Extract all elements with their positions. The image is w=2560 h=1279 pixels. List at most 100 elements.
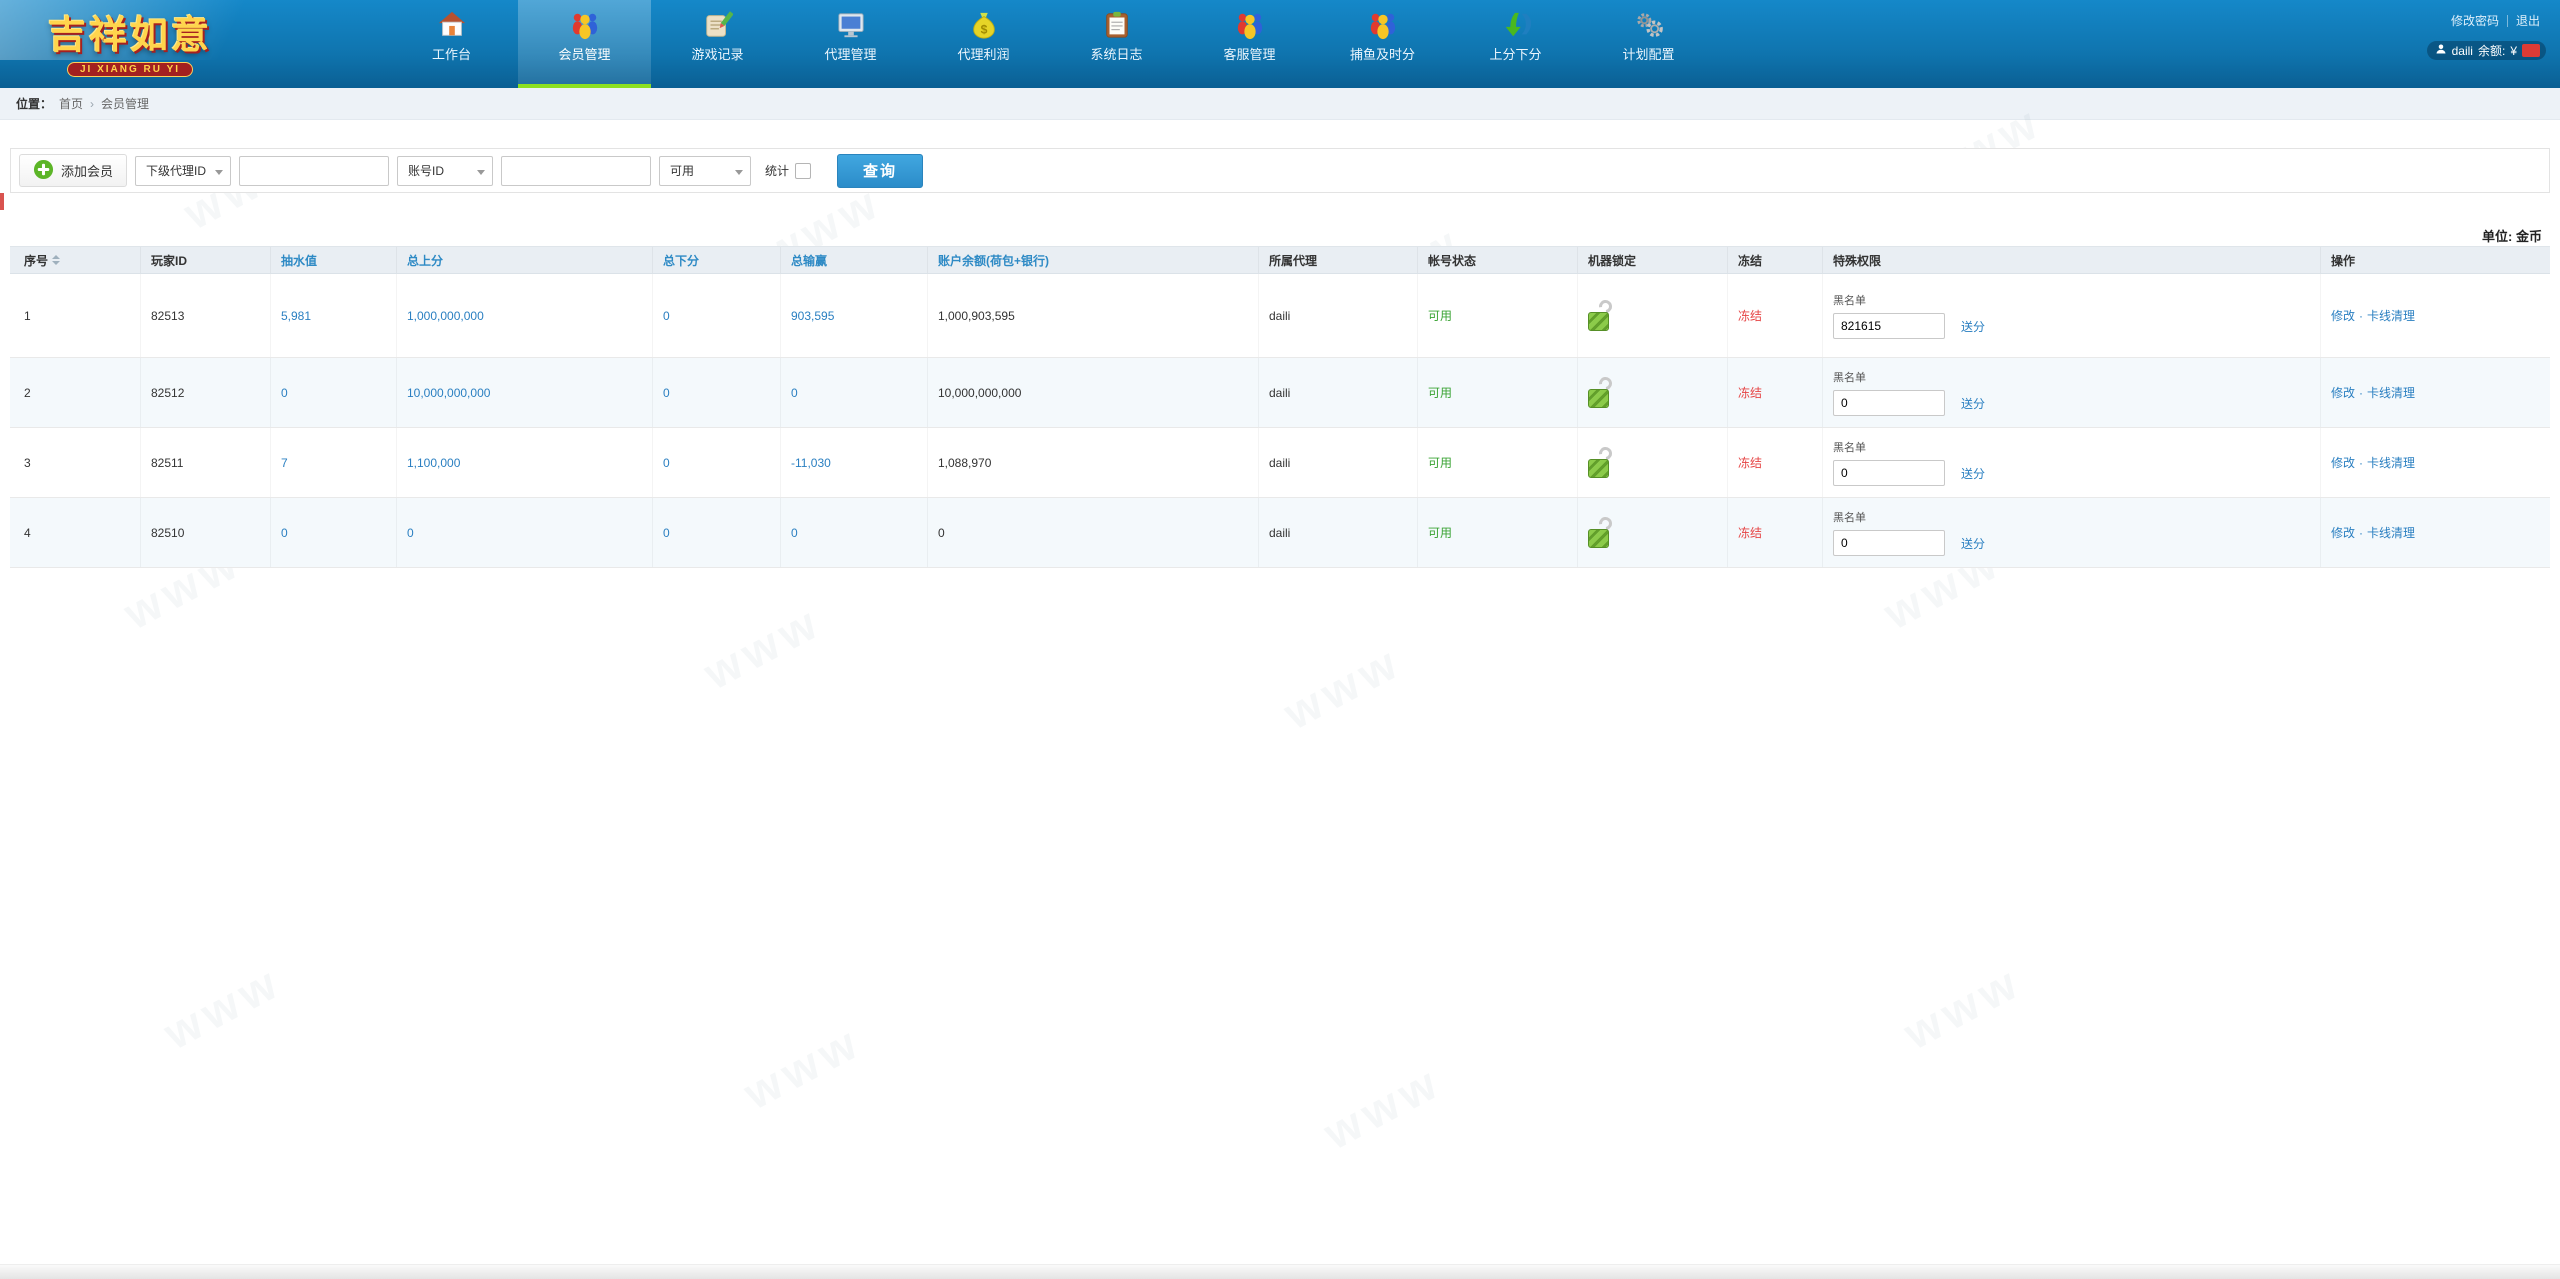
header-seq[interactable]: 序号: [10, 247, 141, 273]
agent-id-input[interactable]: [239, 156, 389, 186]
sort-icon[interactable]: [52, 255, 60, 265]
freeze-link[interactable]: 冻结: [1738, 384, 1762, 401]
clear-line-link[interactable]: 卡线清理: [2367, 384, 2415, 401]
blacklist-label: 黑名单: [1833, 292, 1866, 308]
freeze-link[interactable]: 冻结: [1738, 307, 1762, 324]
blacklist-input[interactable]: [1833, 460, 1945, 486]
unlocked-icon[interactable]: [1588, 300, 1616, 332]
left-edge-marker: [0, 193, 4, 210]
divider: [2507, 15, 2508, 27]
system-log-icon: [1101, 9, 1133, 41]
cell-agent: daili: [1259, 274, 1418, 357]
balance-badge[interactable]: [2522, 44, 2540, 57]
cell-operations: 修改 · 卡线清理: [2321, 498, 2550, 567]
send-score-link[interactable]: 送分: [1961, 395, 1985, 412]
clear-line-link[interactable]: 卡线清理: [2367, 307, 2415, 324]
nav-label: 代理管理: [824, 44, 876, 63]
user-balance-pill[interactable]: daili 余额: ¥: [2427, 41, 2546, 60]
chevron-down-icon: [477, 170, 485, 175]
table-row: 4 82510 0 0 0 0 0 daili 可用 冻结 黑名单 送分 修改 …: [10, 498, 2550, 568]
ops-separator: ·: [2359, 456, 2363, 470]
send-score-link[interactable]: 送分: [1961, 465, 1985, 482]
watermark: www: [155, 954, 291, 1061]
nav-label: 计划配置: [1622, 44, 1674, 63]
nav-item-plan-config[interactable]: 计划配置: [1582, 0, 1715, 88]
status-filter-select[interactable]: 可用: [659, 156, 751, 186]
header-balance[interactable]: 账户余额(荷包+银行): [928, 247, 1259, 273]
account-filter-select[interactable]: 账号ID: [397, 156, 493, 186]
header-total-down[interactable]: 总下分: [653, 247, 781, 273]
send-score-link[interactable]: 送分: [1961, 318, 1985, 335]
cell-operations: 修改 · 卡线清理: [2321, 274, 2550, 357]
cell-seq: 1: [10, 274, 141, 357]
unlocked-icon[interactable]: [1588, 517, 1616, 549]
modify-link[interactable]: 修改: [2331, 307, 2355, 324]
cell-status: 可用: [1418, 358, 1578, 427]
brand-subtitle: JI XIANG RU YI: [67, 62, 193, 77]
header-rake[interactable]: 抽水值: [271, 247, 397, 273]
agent-filter-select[interactable]: 下级代理ID: [135, 156, 231, 186]
cell-agent: daili: [1259, 358, 1418, 427]
blacklist-input[interactable]: [1833, 390, 1945, 416]
chevron-down-icon: [215, 170, 223, 175]
table-row: 1 82513 5,981 1,000,000,000 0 903,595 1,…: [10, 274, 2550, 358]
breadcrumb-home[interactable]: 首页: [59, 95, 83, 112]
table-header-row: 序号 玩家ID 抽水值 总上分 总下分 总输赢 账户余额(荷包+银行) 所属代理…: [10, 246, 2550, 274]
main-menu: 工作台 会员管理 游戏记录 代理管理 $ 代理利润: [385, 0, 1715, 88]
search-button[interactable]: 查询: [837, 154, 923, 188]
breadcrumb-current: 会员管理: [101, 95, 149, 112]
header-winloss[interactable]: 总输赢: [781, 247, 928, 273]
cell-freeze: 冻结: [1728, 498, 1823, 567]
account-filter-value: 账号ID: [408, 162, 444, 179]
members-table: 序号 玩家ID 抽水值 总上分 总下分 总输赢 账户余额(荷包+银行) 所属代理…: [10, 246, 2550, 568]
cell-player-id: 82512: [141, 358, 271, 427]
svg-text:$: $: [980, 22, 987, 36]
logout-link[interactable]: 退出: [2516, 12, 2540, 29]
cell-rake: 0: [271, 498, 397, 567]
nav-item-member-management[interactable]: 会员管理: [518, 0, 651, 88]
nav-item-agent-profit[interactable]: $ 代理利润: [917, 0, 1050, 88]
statistics-checkbox[interactable]: [795, 163, 811, 179]
header-total-up[interactable]: 总上分: [397, 247, 653, 273]
score-updown-icon: [1500, 9, 1532, 41]
modify-link[interactable]: 修改: [2331, 384, 2355, 401]
nav-label: 会员管理: [558, 44, 610, 63]
breadcrumb-prefix: 位置：: [16, 95, 52, 112]
cell-balance: 10,000,000,000: [928, 358, 1259, 427]
unlocked-icon[interactable]: [1588, 377, 1616, 409]
nav-item-game-records[interactable]: 游戏记录: [651, 0, 784, 88]
ops-separator: ·: [2359, 309, 2363, 323]
modify-link[interactable]: 修改: [2331, 454, 2355, 471]
cell-total-down: 0: [653, 274, 781, 357]
nav-item-workbench[interactable]: 工作台: [385, 0, 518, 88]
cell-machine-lock: [1578, 428, 1728, 497]
nav-item-system-log[interactable]: 系统日志: [1050, 0, 1183, 88]
watermark: www: [695, 594, 831, 701]
freeze-link[interactable]: 冻结: [1738, 454, 1762, 471]
clear-line-link[interactable]: 卡线清理: [2367, 454, 2415, 471]
unlocked-icon[interactable]: [1588, 447, 1616, 479]
nav-item-fishing-score[interactable]: 捕鱼及时分: [1316, 0, 1449, 88]
nav-item-support-management[interactable]: 客服管理: [1183, 0, 1316, 88]
chevron-down-icon: [735, 170, 743, 175]
freeze-link[interactable]: 冻结: [1738, 524, 1762, 541]
blacklist-input[interactable]: [1833, 313, 1945, 339]
cell-rake: 5,981: [271, 274, 397, 357]
cell-total-up: 1,100,000: [397, 428, 653, 497]
nav-item-score-updown[interactable]: 上分下分: [1449, 0, 1582, 88]
add-member-button[interactable]: 添加会员: [19, 154, 127, 187]
ops-separator: ·: [2359, 386, 2363, 400]
nav-label: 系统日志: [1090, 44, 1142, 63]
clear-line-link[interactable]: 卡线清理: [2367, 524, 2415, 541]
modify-link[interactable]: 修改: [2331, 524, 2355, 541]
watermark: www: [735, 1014, 871, 1121]
nav-item-agent-management[interactable]: 代理管理: [784, 0, 917, 88]
watermark: www: [1315, 1054, 1451, 1161]
send-score-link[interactable]: 送分: [1961, 535, 1985, 552]
cell-freeze: 冻结: [1728, 274, 1823, 357]
change-password-link[interactable]: 修改密码: [2451, 12, 2499, 29]
breadcrumb: 位置： 首页 › 会员管理: [0, 88, 2560, 120]
blacklist-input[interactable]: [1833, 530, 1945, 556]
account-id-input[interactable]: [501, 156, 651, 186]
cell-total-up: 1,000,000,000: [397, 274, 653, 357]
